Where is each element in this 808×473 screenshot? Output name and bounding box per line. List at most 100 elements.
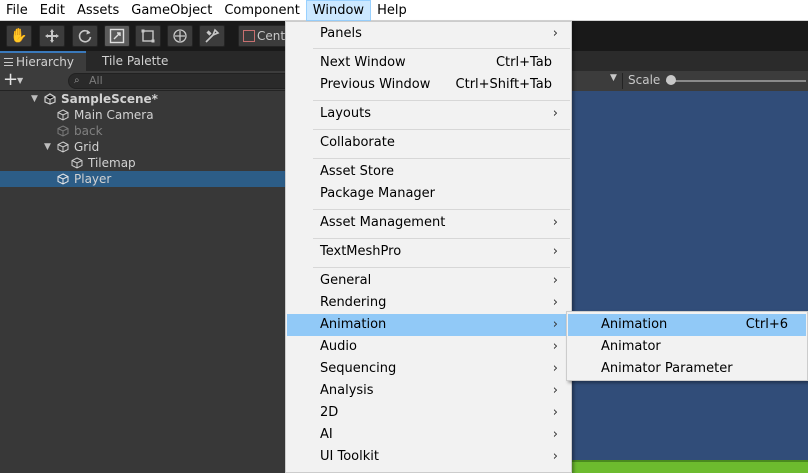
menu-item-package-manager[interactable]: Package Manager [287, 183, 570, 205]
hierarchy-list-icon [4, 58, 13, 66]
scale-icon [109, 28, 125, 44]
gameobject-cube-icon [57, 109, 69, 121]
tab-hierarchy-label: Hierarchy [16, 55, 75, 69]
transform-icon [173, 29, 187, 43]
item-label: Player [74, 172, 112, 186]
custom-tool-button[interactable] [199, 25, 225, 47]
menu-item-ui-toolkit[interactable]: UI Toolkit › [287, 446, 570, 468]
menu-file[interactable]: File [0, 0, 34, 21]
hierarchy-tree: ▼ SampleScene* Main Camera back ▼ Grid T… [0, 91, 286, 473]
move-icon [45, 29, 59, 43]
tilemap-grass [570, 460, 808, 473]
menu-item-textmeshpro[interactable]: TextMeshPro › [287, 241, 570, 263]
hierarchy-item-tilemap[interactable]: Tilemap [0, 155, 286, 171]
game-view-toolbar: ▼ Scale [570, 71, 808, 91]
menu-edit[interactable]: Edit [34, 0, 71, 21]
menu-item-previous-window[interactable]: Previous Window Ctrl+Shift+Tab [287, 74, 570, 96]
hand-tool-button[interactable]: ✋ [6, 25, 32, 47]
rect-icon [141, 29, 155, 43]
shortcut: Ctrl+Tab [495, 55, 552, 70]
pivot-label: Cent [257, 29, 286, 43]
menubar: File Edit Assets GameObject Component Wi… [0, 0, 808, 21]
menu-item-asset-store[interactable]: Asset Store [287, 161, 570, 183]
scene-row[interactable]: ▼ SampleScene* [0, 91, 286, 107]
animation-submenu: Animation Ctrl+6 Animator Animator Parame… [566, 311, 808, 381]
chevron-down-icon[interactable]: ▼ [610, 73, 617, 83]
gameobject-cube-icon [57, 141, 69, 153]
menu-separator [313, 100, 570, 101]
menu-separator [313, 48, 570, 49]
pivot-dropdown[interactable]: Cent [238, 25, 288, 47]
menu-help[interactable]: Help [371, 0, 413, 21]
item-label: Tilemap [88, 156, 136, 170]
chevron-down-icon[interactable]: ▼ [17, 76, 23, 85]
expand-arrow-icon[interactable]: ▼ [31, 91, 38, 107]
chevron-right-icon: › [552, 273, 558, 288]
menu-item-analysis[interactable]: Analysis › [287, 380, 570, 402]
add-icon[interactable]: + [3, 70, 18, 90]
custom-tool-icon [205, 28, 220, 43]
hierarchy-item-player[interactable]: Player [0, 171, 286, 187]
menu-separator [313, 209, 570, 210]
scale-slider-handle[interactable] [666, 75, 676, 85]
chevron-right-icon: › [552, 295, 558, 310]
menu-window[interactable]: Window [305, 0, 372, 21]
menu-gameobject[interactable]: GameObject [125, 0, 218, 21]
rotate-icon [78, 29, 92, 43]
rotate-tool-button[interactable] [72, 25, 98, 47]
shortcut: Ctrl+6 [745, 317, 788, 332]
unity-scene-icon [44, 93, 56, 105]
menu-separator [313, 158, 570, 159]
move-tool-button[interactable] [39, 25, 65, 47]
menu-separator [313, 267, 570, 268]
menu-item-panels[interactable]: Panels › [287, 23, 570, 45]
menu-item-sequencing[interactable]: Sequencing › [287, 358, 570, 380]
scale-slider[interactable] [666, 80, 806, 82]
tab-tile-palette-label: Tile Palette [102, 54, 169, 68]
chevron-right-icon: › [552, 339, 558, 354]
expand-arrow-icon[interactable]: ▼ [44, 139, 51, 155]
scale-tool-button[interactable] [104, 25, 130, 47]
rect-tool-button[interactable] [135, 25, 161, 47]
hierarchy-item-grid[interactable]: ▼ Grid [0, 139, 286, 155]
search-placeholder: All [89, 74, 103, 87]
menu-separator [313, 129, 570, 130]
menu-item-asset-management[interactable]: Asset Management › [287, 212, 570, 234]
item-label: back [74, 124, 103, 138]
scale-label: Scale [628, 73, 661, 87]
menu-separator [313, 238, 570, 239]
menu-item-animation[interactable]: Animation › [287, 314, 570, 336]
submenu-item-animator[interactable]: Animator [568, 336, 806, 358]
transform-tool-button[interactable] [167, 25, 193, 47]
chevron-right-icon: › [552, 215, 558, 230]
menu-item-audio[interactable]: Audio › [287, 336, 570, 358]
menu-component[interactable]: Component [218, 0, 305, 21]
menu-item-collaborate[interactable]: Collaborate [287, 132, 570, 154]
menu-item-2d[interactable]: 2D › [287, 402, 570, 424]
chevron-right-icon: › [552, 427, 558, 442]
chevron-right-icon: › [552, 361, 558, 376]
hierarchy-tabbar: Hierarchy Tile Palette [0, 51, 286, 71]
tab-tile-palette[interactable]: Tile Palette [86, 51, 174, 71]
tab-hierarchy[interactable]: Hierarchy [0, 51, 86, 71]
menu-item-general[interactable]: General › [287, 270, 570, 292]
shortcut: Ctrl+Shift+Tab [455, 77, 552, 92]
menu-assets[interactable]: Assets [71, 0, 125, 21]
item-label: Main Camera [74, 108, 154, 122]
hand-icon: ✋ [10, 28, 28, 44]
gameobject-cube-icon [71, 157, 83, 169]
submenu-item-animator-parameter[interactable]: Animator Parameter [568, 358, 806, 380]
menu-item-rendering[interactable]: Rendering › [287, 292, 570, 314]
chevron-right-icon: › [552, 449, 558, 464]
item-label: Grid [74, 140, 100, 154]
scene-name: SampleScene* [61, 92, 158, 106]
menu-item-ai[interactable]: AI › [287, 424, 570, 446]
submenu-item-animation[interactable]: Animation Ctrl+6 [568, 314, 806, 336]
game-view[interactable] [570, 91, 808, 473]
menu-item-layouts[interactable]: Layouts › [287, 103, 570, 125]
chevron-right-icon: › [552, 26, 558, 41]
hierarchy-item-back[interactable]: back [0, 123, 286, 139]
hierarchy-item-main-camera[interactable]: Main Camera [0, 107, 286, 123]
hierarchy-search-input[interactable]: ⌕ All [68, 73, 298, 89]
menu-item-next-window[interactable]: Next Window Ctrl+Tab [287, 52, 570, 74]
